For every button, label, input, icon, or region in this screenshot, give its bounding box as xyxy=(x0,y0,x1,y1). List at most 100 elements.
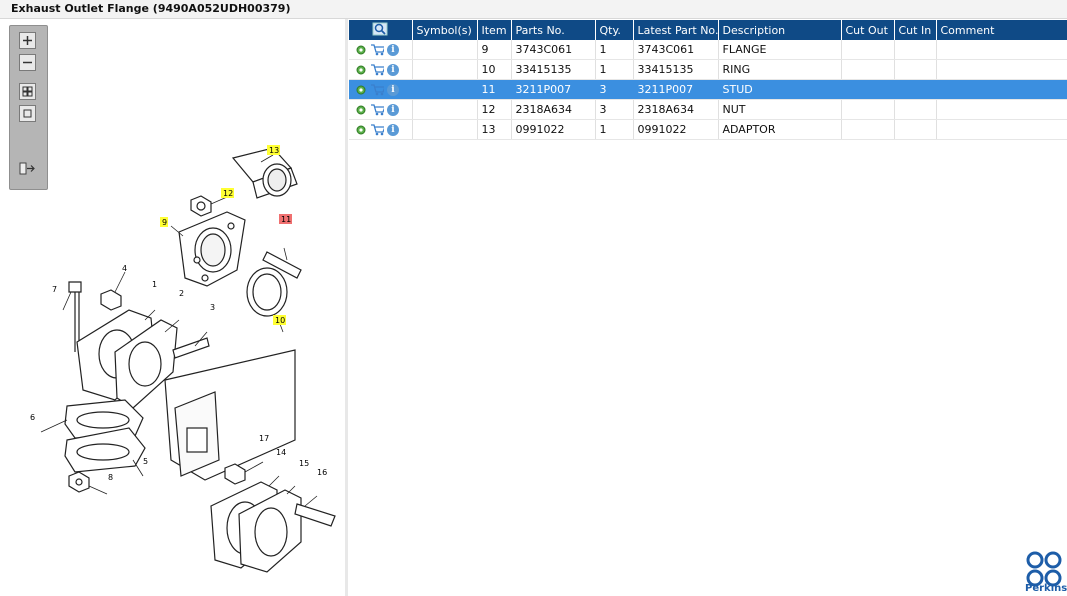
gear-icon[interactable] xyxy=(354,103,368,117)
title-bar: Exhaust Outlet Flange (9490A052UDH00379) xyxy=(0,0,1067,19)
cart-icon[interactable] xyxy=(370,43,384,57)
cell-qty: 1 xyxy=(595,119,634,140)
gear-icon[interactable] xyxy=(354,123,368,137)
column-header-item[interactable]: Item xyxy=(477,20,512,40)
callout-4[interactable]: 4 xyxy=(122,264,127,273)
cell-item: 9 xyxy=(477,40,512,60)
parts-grid: Symbol(s) Item Parts No. Qty. Latest Par… xyxy=(349,20,1067,140)
row-actions: i xyxy=(349,59,413,80)
cell-latest-part-no: 3743C061 xyxy=(633,40,719,60)
cell-item: 12 xyxy=(477,99,512,120)
callout-8[interactable]: 8 xyxy=(108,473,113,482)
callout-1[interactable]: 1 xyxy=(152,280,157,289)
cell-comment xyxy=(936,79,1067,100)
cell-symbols xyxy=(412,79,478,100)
callout-3[interactable]: 3 xyxy=(210,303,215,312)
cell-item: 10 xyxy=(477,59,512,80)
callout-15[interactable]: 15 xyxy=(299,459,309,468)
info-icon[interactable]: i xyxy=(386,123,400,137)
cell-qty: 1 xyxy=(595,40,634,60)
cell-description: FLANGE xyxy=(718,40,842,60)
parts-diagram[interactable]: 13 12 9 11 10 4 1 2 3 7 6 5 8 17 14 15 1… xyxy=(5,20,345,596)
gear-icon[interactable] xyxy=(354,43,368,57)
column-header-latest-part-no[interactable]: Latest Part No. xyxy=(633,20,719,40)
fit-page-button[interactable] xyxy=(19,83,36,100)
cell-item: 11 xyxy=(477,79,512,100)
callout-7[interactable]: 7 xyxy=(52,285,57,294)
info-icon[interactable]: i xyxy=(386,43,400,57)
table-row[interactable]: i 11 3211P007 3 3211P007 STUD xyxy=(349,79,1067,100)
cell-cut-out xyxy=(841,119,895,140)
brand-name: Perkins xyxy=(1025,583,1067,594)
cell-qty: 3 xyxy=(595,79,634,100)
info-icon[interactable]: i xyxy=(386,103,400,117)
cell-comment xyxy=(936,119,1067,140)
cell-cut-in xyxy=(894,59,937,80)
info-icon[interactable]: i xyxy=(386,83,400,97)
cell-latest-part-no: 3211P007 xyxy=(633,79,719,100)
cell-parts-no: 0991022 xyxy=(511,119,596,140)
cell-comment xyxy=(936,59,1067,80)
cell-symbols xyxy=(412,119,478,140)
search-parts-icon xyxy=(372,22,388,35)
cell-qty: 3 xyxy=(595,99,634,120)
column-header-parts-no[interactable]: Parts No. xyxy=(511,20,596,40)
callout-6[interactable]: 6 xyxy=(30,413,35,422)
column-header-comment[interactable]: Comment xyxy=(936,20,1067,40)
panel-splitter[interactable] xyxy=(345,19,348,596)
cell-cut-in xyxy=(894,40,937,60)
diagram-toolbar xyxy=(9,25,48,190)
cart-icon[interactable] xyxy=(370,123,384,137)
callout-13[interactable]: 13 xyxy=(269,146,279,155)
table-row[interactable]: i 12 2318A634 3 2318A634 NUT xyxy=(349,99,1067,120)
cell-symbols xyxy=(412,59,478,80)
column-header-description[interactable]: Description xyxy=(718,20,842,40)
column-header-cut-out[interactable]: Cut Out xyxy=(841,20,895,40)
diagram-panel[interactable]: 13 12 9 11 10 4 1 2 3 7 6 5 8 17 14 15 1… xyxy=(5,20,346,596)
actual-size-button[interactable] xyxy=(19,105,36,122)
callout-11[interactable]: 11 xyxy=(281,215,291,224)
cell-item: 13 xyxy=(477,119,512,140)
cart-icon[interactable] xyxy=(370,63,384,77)
cell-description: NUT xyxy=(718,99,842,120)
callout-12[interactable]: 12 xyxy=(223,189,233,198)
window-title: Exhaust Outlet Flange (9490A052UDH00379) xyxy=(11,2,291,15)
callout-16[interactable]: 16 xyxy=(317,468,327,477)
gear-icon[interactable] xyxy=(354,63,368,77)
cell-symbols xyxy=(412,99,478,120)
cart-icon[interactable] xyxy=(370,83,384,97)
cell-parts-no: 2318A634 xyxy=(511,99,596,120)
cell-cut-out xyxy=(841,79,895,100)
cell-cut-out xyxy=(841,99,895,120)
info-icon[interactable]: i xyxy=(386,63,400,77)
table-row[interactable]: i 9 3743C061 1 3743C061 FLANGE xyxy=(349,40,1067,60)
callout-17[interactable]: 17 xyxy=(259,434,269,443)
gear-icon[interactable] xyxy=(354,83,368,97)
callout-14[interactable]: 14 xyxy=(276,448,286,457)
cell-cut-out xyxy=(841,40,895,60)
table-row[interactable]: i 10 33415135 1 33415135 RING xyxy=(349,59,1067,80)
callout-5[interactable]: 5 xyxy=(143,457,148,466)
cell-parts-no: 33415135 xyxy=(511,59,596,80)
cell-symbols xyxy=(412,40,478,60)
actual-size-icon xyxy=(23,109,32,118)
fit-page-icon xyxy=(22,86,33,97)
callout-10[interactable]: 10 xyxy=(275,316,285,325)
column-header-actions[interactable] xyxy=(349,20,413,40)
zoom-in-button[interactable] xyxy=(19,32,36,49)
cell-description: STUD xyxy=(718,79,842,100)
callout-9[interactable]: 9 xyxy=(162,218,167,227)
table-row[interactable]: i 13 0991022 1 0991022 ADAPTOR xyxy=(349,119,1067,140)
column-header-cut-in[interactable]: Cut In xyxy=(894,20,937,40)
column-header-symbols[interactable]: Symbol(s) xyxy=(412,20,478,40)
column-header-qty[interactable]: Qty. xyxy=(595,20,634,40)
cell-parts-no: 3211P007 xyxy=(511,79,596,100)
cell-cut-in xyxy=(894,119,937,140)
cart-icon[interactable] xyxy=(370,103,384,117)
row-actions: i xyxy=(349,119,413,140)
cell-latest-part-no: 33415135 xyxy=(633,59,719,80)
export-button[interactable] xyxy=(19,160,36,177)
callout-2[interactable]: 2 xyxy=(179,289,184,298)
zoom-out-button[interactable] xyxy=(19,54,36,71)
cell-description: ADAPTOR xyxy=(718,119,842,140)
